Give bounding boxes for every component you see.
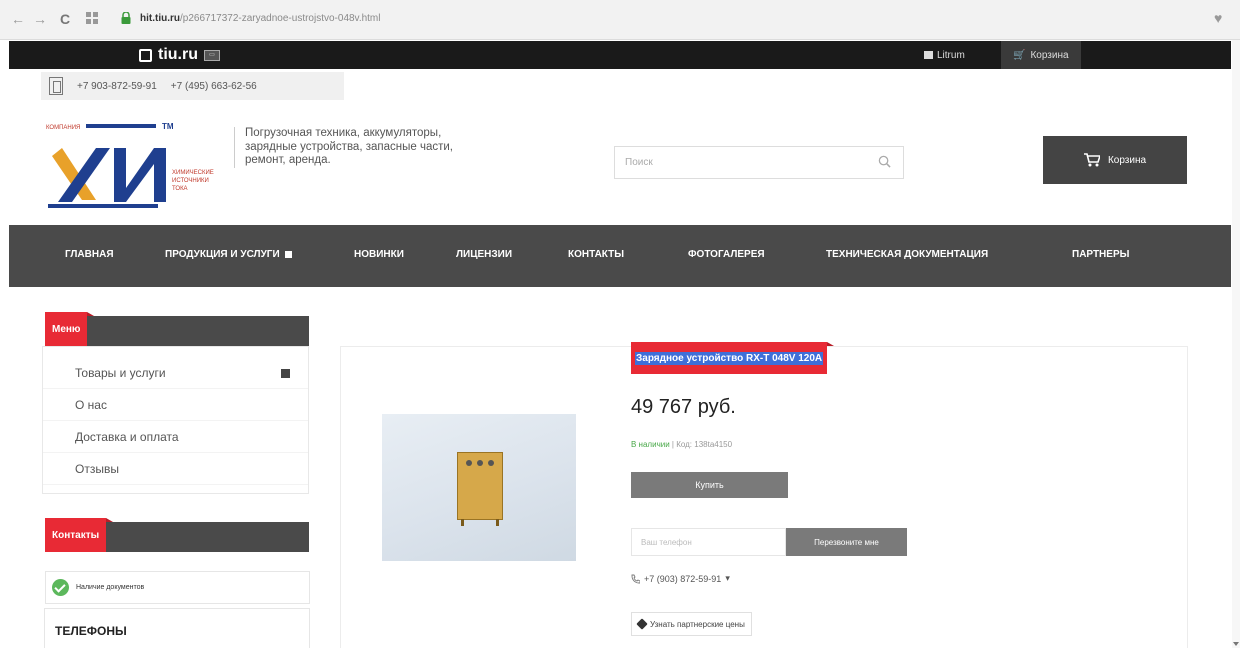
phone-icon [631, 574, 640, 583]
chat-label: Litrum [937, 49, 965, 61]
partner-prices-button[interactable]: Узнать партнерские цены [631, 612, 752, 636]
stock-info: В наличии | Код: 138ta4150 [631, 440, 733, 449]
logo-line: ИСТОЧНИКИ [172, 178, 209, 184]
header-phones: +7 903-872-59-91 +7 (495) 663-62-56 [41, 72, 344, 100]
marketplace-topbar: tiu.ru ▭ Litrum 🛒 Корзина [9, 41, 1231, 69]
sidebar-item-label: Отзывы [75, 461, 119, 476]
product-image[interactable] [382, 414, 576, 561]
phones-title: ТЕЛЕФОНЫ [44, 608, 310, 648]
main-navigation: Главная Продукция и услуги Новинки Лицен… [9, 225, 1231, 287]
nav-label: Продукция и услуги [165, 249, 280, 260]
documents-badge[interactable]: Наличие документов [45, 571, 310, 604]
chevron-down-icon[interactable]: ▾ [725, 573, 730, 584]
buy-button[interactable]: Купить [631, 472, 788, 498]
menu-title: Меню [45, 312, 96, 346]
company-tagline: Погрузочная техника, аккумуляторы, заряд… [234, 127, 454, 168]
nav-item-products[interactable]: Продукция и услуги [165, 249, 292, 260]
phone-number[interactable]: +7 (495) 663-62-56 [171, 81, 257, 92]
bookmark-heart-icon[interactable]: ♥ [1214, 10, 1222, 26]
reload-icon[interactable]: C [55, 10, 75, 28]
product-code: Код: 138ta4150 [676, 440, 733, 449]
nav-item-contacts[interactable]: Контакты [568, 249, 624, 260]
logo-line: ХИМИЧЕСКИЕ [172, 170, 214, 176]
scroll-down-icon[interactable] [1233, 642, 1239, 646]
back-icon[interactable]: ← [8, 10, 28, 28]
callback-button[interactable]: Перезвоните мне [786, 528, 907, 556]
charger-cabinet-image [457, 452, 503, 526]
search-icon[interactable] [878, 155, 891, 168]
menu-header: Меню [45, 312, 309, 346]
header-cart-label: Корзина [1107, 154, 1147, 166]
sidebar-item-delivery[interactable]: Доставка и оплата [43, 421, 308, 453]
sidebar-item-reviews[interactable]: Отзывы [43, 453, 308, 485]
sidebar-item-label: О нас [75, 397, 107, 412]
product-price: 49 767 руб. [631, 396, 736, 418]
apps-icon[interactable] [82, 10, 102, 28]
logo-line: ТОКА [172, 186, 188, 192]
expand-icon[interactable] [281, 369, 290, 378]
sidebar-item-about[interactable]: О нас [43, 389, 308, 421]
logo-tm: TM [162, 122, 174, 131]
tiu-logo-text: tiu.ru [158, 46, 198, 63]
tiu-badge-icon: ▭ [204, 49, 220, 61]
phone-number[interactable]: +7 903-872-59-91 [77, 81, 157, 92]
address-bar[interactable]: hit.tiu.ru/p266717372-zaryadnoe-ustrojst… [140, 9, 381, 29]
nav-item-partners[interactable]: Партнеры [1072, 249, 1129, 260]
in-stock-label: В наличии [631, 440, 670, 449]
company-logo[interactable]: КОМПАНИЯ TM ХИМИЧЕСКИЕ ИСТОЧНИКИ ТОКА [44, 118, 224, 213]
sidebar-item-label: Товары и услуги [75, 365, 166, 380]
search-placeholder: Поиск [625, 157, 653, 168]
tiu-logo[interactable]: tiu.ru ▭ [139, 45, 220, 65]
dropdown-icon [284, 251, 292, 258]
contact-phone[interactable]: +7 (903) 872-59-91 ▾ [631, 573, 730, 584]
nav-item-home[interactable]: Главная [65, 249, 114, 260]
product-title-text: Зарядное устройство RX-T 048V 120A [635, 351, 824, 365]
check-icon [52, 579, 69, 596]
header-cart-button[interactable]: Корзина [1043, 136, 1187, 184]
cart-icon: 🛒 [1013, 49, 1026, 61]
lock-icon [121, 12, 131, 24]
nav-item-new[interactable]: Новинки [354, 249, 404, 260]
nav-item-docs[interactable]: Техническая документация [826, 249, 988, 260]
contacts-header: Контакты [45, 518, 309, 552]
contact-phone-number: +7 (903) 872-59-91 [644, 573, 722, 584]
forward-icon[interactable]: → [30, 10, 50, 28]
nav-item-licenses[interactable]: Лицензии [456, 249, 512, 260]
sidebar-item-products[interactable]: Товары и услуги [43, 357, 308, 389]
sidebar-item-label: Доставка и оплата [75, 429, 179, 444]
topbar-cart-label: Корзина [1030, 49, 1069, 61]
documents-label: Наличие документов [76, 584, 145, 591]
partner-prices-label: Узнать партнерские цены [650, 619, 745, 629]
phone-icon [49, 77, 63, 95]
nav-item-gallery[interactable]: Фотогалерея [688, 249, 765, 260]
cart-icon [1083, 153, 1100, 167]
scrollbar[interactable] [1232, 40, 1240, 648]
logo-company-top: КОМПАНИЯ [46, 125, 80, 131]
search-input[interactable]: Поиск [614, 146, 904, 179]
sidebar-menu: Товары и услуги О нас Доставка и оплата … [42, 346, 309, 494]
callback-phone-input[interactable]: Ваш телефон [631, 528, 786, 556]
chat-link[interactable]: Litrum [924, 41, 965, 69]
tag-icon [636, 618, 648, 630]
product-title: Зарядное устройство RX-T 048V 120A [631, 342, 835, 374]
contacts-title: Контакты [45, 518, 114, 552]
browser-toolbar: ← → C hit.tiu.ru/p266717372-zaryadnoe-us… [0, 0, 1240, 40]
topbar-cart-button[interactable]: 🛒 Корзина [1001, 41, 1081, 69]
chat-icon [924, 51, 933, 59]
tiu-square-icon [139, 48, 152, 62]
